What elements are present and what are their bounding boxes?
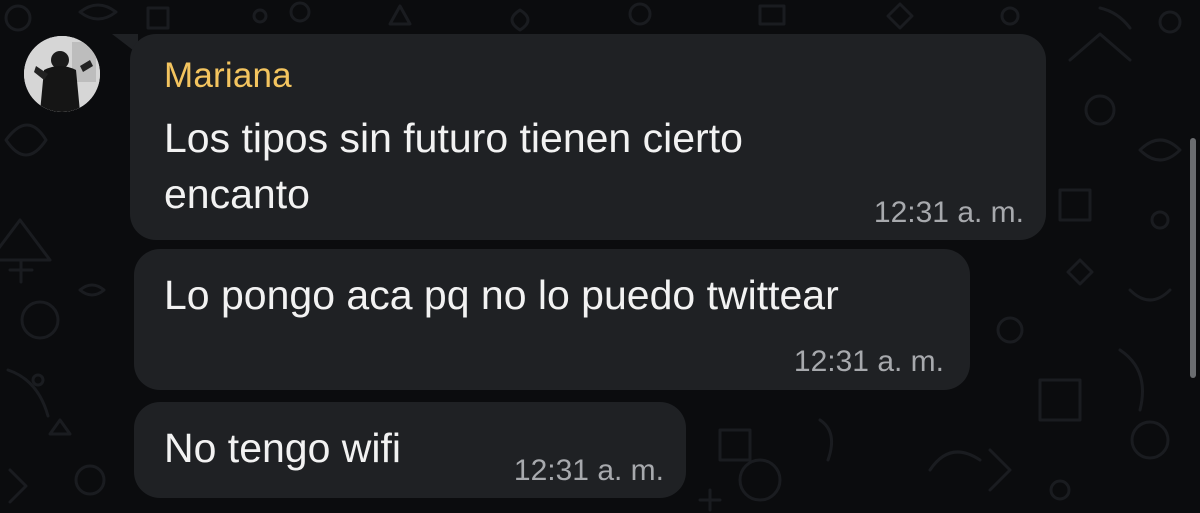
avatar-photo-icon [24,36,100,112]
sender-name[interactable]: Mariana [164,56,292,96]
message-text-line: encanto [164,171,310,217]
scrollbar[interactable] [1190,138,1196,378]
message-bubble[interactable]: Mariana Los tipos sin futuro tienen cier… [130,34,1046,240]
message-timestamp: 12:31 a. m. [873,196,1024,229]
message-bubble[interactable]: No tengo wifi 12:31 a. m. [134,402,686,498]
message-timestamp: 12:31 a. m. [513,454,664,487]
message-text: Los tipos sin futuro tienen cierto encan… [164,110,743,222]
message-text: Lo pongo aca pq no lo puedo twittear [164,272,839,318]
message-bubble[interactable]: Lo pongo aca pq no lo puedo twittear 12:… [134,249,970,390]
message-text-line: Los tipos sin futuro tienen cierto [164,115,743,161]
message-timestamp: 12:31 a. m. [793,345,944,378]
message-text: No tengo wifi [164,425,402,471]
avatar[interactable] [24,36,100,112]
